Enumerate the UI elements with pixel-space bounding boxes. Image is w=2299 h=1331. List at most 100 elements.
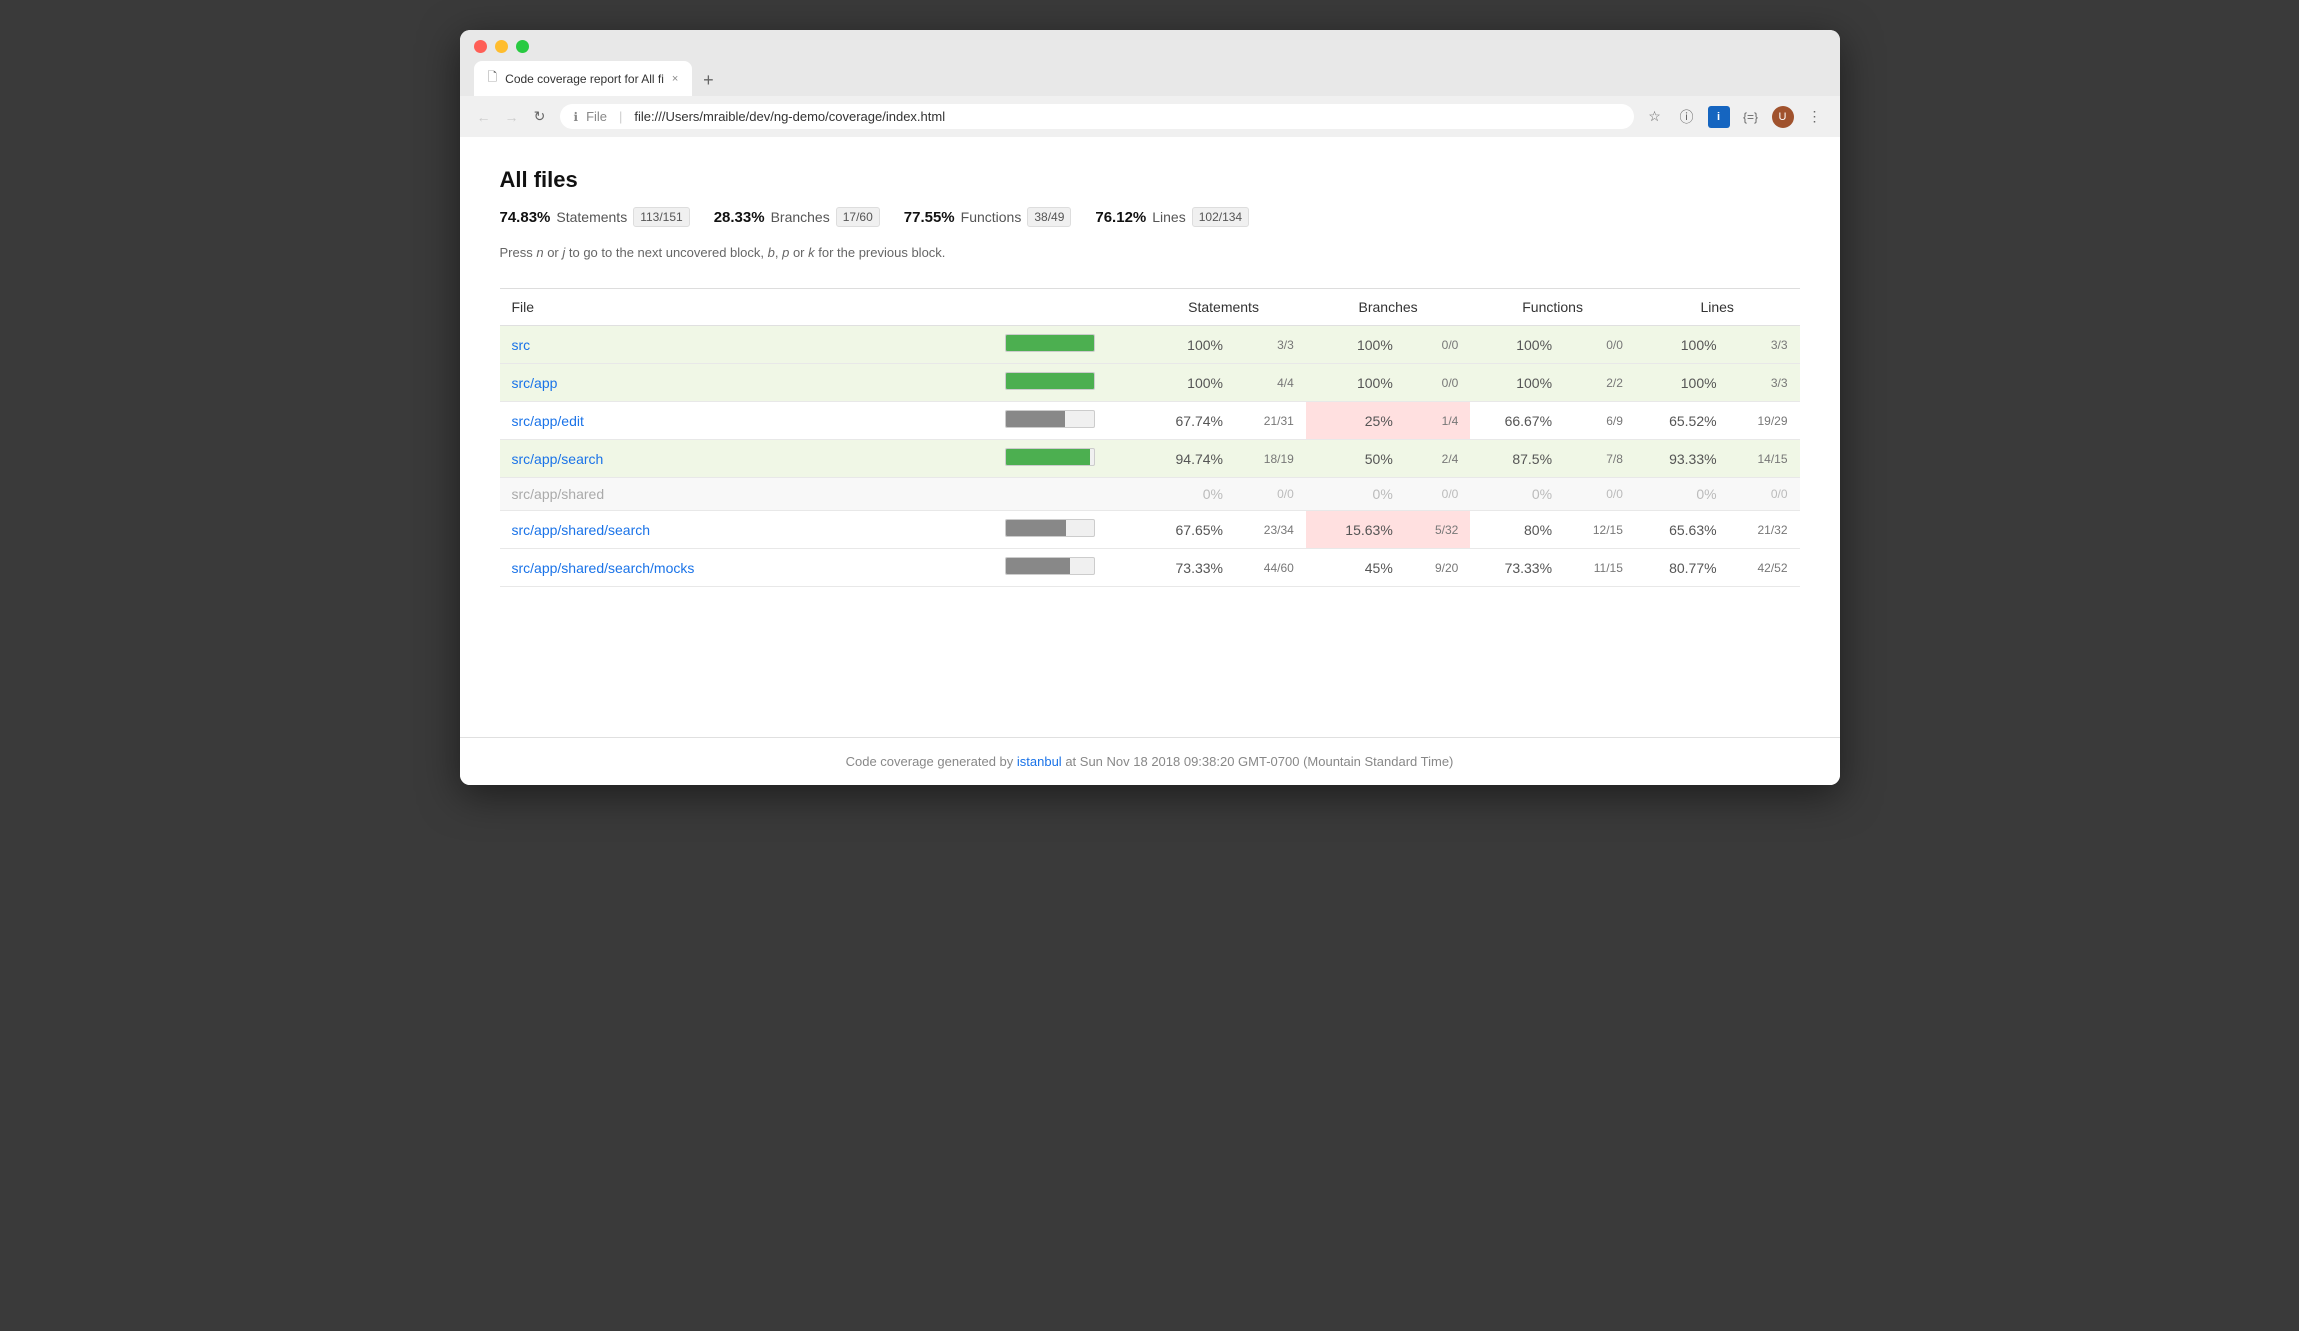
url-info-icon: ℹ [574,110,579,124]
table-row: src/app/edit67.74%21/3125%1/466.67%6/965… [500,402,1800,440]
col-header-bar [993,289,1141,326]
func-frac-cell: 7/8 [1564,440,1635,478]
minimize-button[interactable] [495,40,508,53]
coverage-bar [1005,448,1095,466]
bar-cell [993,402,1141,440]
bar-cell [993,478,1141,511]
col-header-branches: Branches [1306,289,1471,326]
stmt-pct-cell: 67.65% [1141,511,1235,549]
avatar-icon[interactable]: U [1772,106,1794,128]
coverage-bar-fill [1006,411,1065,427]
branches-label: Branches [771,209,830,225]
file-cell[interactable]: src/app/shared/search [500,511,994,549]
branch-pct-cell: 15.63% [1306,511,1405,549]
branch-frac-cell: 5/32 [1405,511,1471,549]
bar-cell [993,326,1141,364]
refresh-button[interactable]: ↻ [530,107,550,127]
branch-pct-cell: 100% [1306,326,1405,364]
coverage-bar-fill [1006,373,1094,389]
stmt-pct-cell: 94.74% [1141,440,1235,478]
branches-metric: 28.33% Branches 17/60 [714,207,880,227]
coverage-bar [1005,372,1095,390]
page-footer: Code coverage generated by istanbul at S… [460,737,1840,785]
table-row: src/app/search94.74%18/1950%2/487.5%7/89… [500,440,1800,478]
stmt-pct-cell: 67.74% [1141,402,1235,440]
col-header-lines: Lines [1635,289,1800,326]
func-pct-cell: 87.5% [1470,440,1564,478]
footer-prefix: Code coverage generated by [846,754,1017,769]
file-link[interactable]: src/app/search [512,451,604,467]
statements-metric: 74.83% Statements 113/151 [500,207,690,227]
branches-badge: 17/60 [836,207,880,227]
func-frac-cell: 12/15 [1564,511,1635,549]
file-cell[interactable]: src [500,326,994,364]
line-frac-cell: 3/3 [1729,326,1800,364]
back-button[interactable]: ← [474,107,494,127]
url-path: file:///Users/mraible/dev/ng-demo/covera… [634,109,945,124]
lines-badge: 102/134 [1192,207,1249,227]
url-bar[interactable]: ℹ File | file:///Users/mraible/dev/ng-de… [560,104,1634,129]
col-header-statements: Statements [1141,289,1306,326]
file-cell[interactable]: src/app/edit [500,402,994,440]
stmt-frac-cell: 21/31 [1235,402,1306,440]
lines-pct: 76.12% [1095,209,1146,226]
forward-button[interactable]: → [502,107,522,127]
page-content: All files 74.83% Statements 113/151 28.3… [460,137,1840,737]
tab-bar: 🗋 Code coverage report for All fi × + [474,61,1826,96]
line-frac-cell: 19/29 [1729,402,1800,440]
bookmark-icon[interactable]: ☆ [1644,106,1666,128]
coverage-bar-fill [1006,558,1070,574]
file-cell[interactable]: src/app/search [500,440,994,478]
branch-pct-cell: 45% [1306,549,1405,587]
line-pct-cell: 100% [1635,326,1729,364]
menu-button[interactable]: ⋮ [1804,106,1826,128]
branch-frac-cell: 2/4 [1405,440,1471,478]
line-frac-cell: 0/0 [1729,478,1800,511]
func-frac-cell: 0/0 [1564,326,1635,364]
branch-pct-cell: 25% [1306,402,1405,440]
func-frac-cell: 6/9 [1564,402,1635,440]
bar-cell [993,511,1141,549]
file-link[interactable]: src/app/shared/search/mocks [512,560,695,576]
stmt-frac-cell: 44/60 [1235,549,1306,587]
tab-close-button[interactable]: × [672,73,678,85]
functions-pct: 77.55% [904,209,955,226]
bar-cell [993,440,1141,478]
func-frac-cell: 0/0 [1564,478,1635,511]
table-row: src/app/shared/search67.65%23/3415.63%5/… [500,511,1800,549]
file-link[interactable]: src/app/shared/search [512,522,651,538]
extension-icon[interactable]: i [1708,106,1730,128]
stmt-frac-cell: 3/3 [1235,326,1306,364]
branches-pct: 28.33% [714,209,765,226]
functions-badge: 38/49 [1027,207,1071,227]
branch-pct-cell: 100% [1306,364,1405,402]
new-tab-button[interactable]: + [694,66,722,94]
coverage-bar-fill [1006,449,1090,465]
lines-label: Lines [1152,209,1185,225]
file-link[interactable]: src/app [512,375,558,391]
statements-pct: 74.83% [500,209,551,226]
file-link[interactable]: src/app/edit [512,413,584,429]
file-cell[interactable]: src/app [500,364,994,402]
close-button[interactable] [474,40,487,53]
stmt-frac-cell: 18/19 [1235,440,1306,478]
coverage-bar [1005,557,1095,575]
devtools-icon[interactable]: {=} [1740,106,1762,128]
file-cell[interactable]: src/app/shared/search/mocks [500,549,994,587]
line-pct-cell: 65.63% [1635,511,1729,549]
func-pct-cell: 80% [1470,511,1564,549]
maximize-button[interactable] [516,40,529,53]
info-icon[interactable]: ⓘ [1676,106,1698,128]
stmt-frac-cell: 0/0 [1235,478,1306,511]
coverage-bar [1005,519,1095,537]
branch-frac-cell: 9/20 [1405,549,1471,587]
toolbar-icons: ☆ ⓘ i {=} U ⋮ [1644,106,1826,128]
active-tab[interactable]: 🗋 Code coverage report for All fi × [474,61,693,96]
line-frac-cell: 21/32 [1729,511,1800,549]
coverage-bar [1005,334,1095,352]
bar-cell [993,549,1141,587]
footer-tool-link[interactable]: istanbul [1017,754,1062,769]
file-link[interactable]: src [512,337,531,353]
coverage-bar-fill [1006,520,1066,536]
url-scheme-label: File [586,109,607,124]
